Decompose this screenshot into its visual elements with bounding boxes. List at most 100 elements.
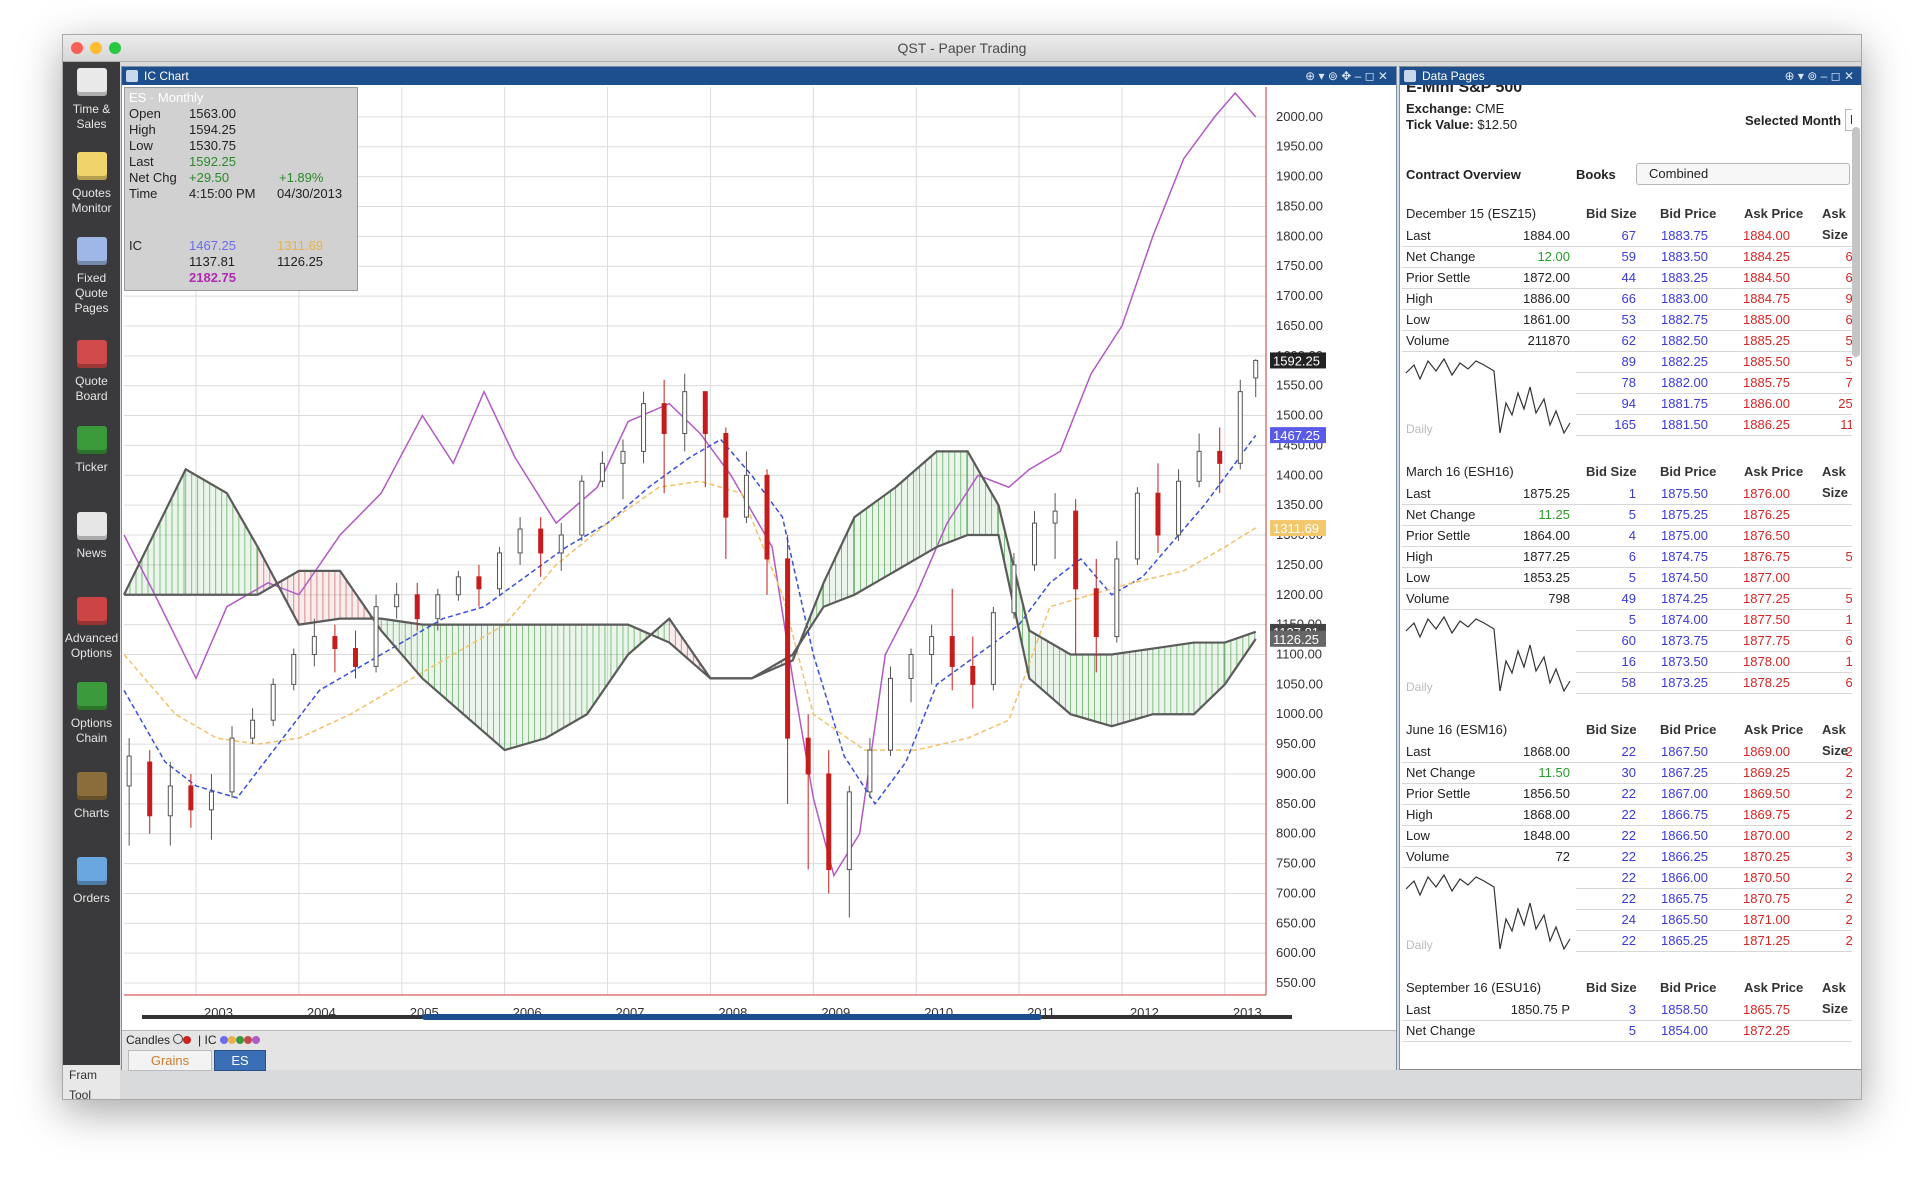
sidebar-item-quotes-monitor[interactable]: Quotes Monitor	[63, 152, 120, 216]
order-book-cell: 1874.50	[1661, 570, 1708, 585]
app-window: QST - Paper Trading Time & Sales Quotes M…	[62, 34, 1862, 1100]
field-label: Prior Settle	[1406, 786, 1471, 801]
books-select[interactable]: Combined	[1636, 163, 1850, 185]
order-book-row[interactable]: 51874.501877.005	[1576, 567, 1852, 589]
sidebar-item-time-sales[interactable]: Time & Sales	[63, 68, 120, 132]
order-book-cell: 1878.25	[1743, 675, 1790, 690]
legend-ic-label[interactable]: IC	[205, 1033, 217, 1047]
data-pages-panel: Data Pages ⊕ ▾ ⊚ – ◻ ✕ E-Mini S&P 500 Exc…	[1399, 66, 1861, 1070]
order-book-row[interactable]: 49 1874.25 1877.25 50	[1576, 588, 1852, 610]
order-book-row[interactable]: 30 1867.25 1869.25 22	[1576, 762, 1852, 784]
selected-month-select[interactable]: Dec	[1845, 109, 1852, 131]
sidebar-item-quote-board[interactable]: Quote Board	[63, 340, 120, 404]
order-book-row[interactable]: 621882.501885.2551	[1576, 330, 1852, 352]
order-book-row[interactable]: 16 1873.50 1878.00 17	[1576, 651, 1852, 673]
y-tick-label: 1700.00	[1276, 288, 1323, 303]
order-book-row[interactable]: 22 1866.25 1870.25 30	[1576, 846, 1852, 868]
sidebar-item-ticker[interactable]: Ticker	[63, 426, 120, 475]
window-title: QST - Paper Trading	[897, 40, 1027, 56]
field-label: Net Change	[1406, 765, 1476, 780]
order-book-row[interactable]: 441883.251884.5065	[1576, 267, 1852, 289]
order-book-row[interactable]: 89 1882.25 1885.50 56	[1576, 351, 1852, 373]
order-book-row[interactable]: 22 1865.25 1871.25 22	[1576, 930, 1852, 952]
order-book-cell: 1883.75	[1661, 228, 1708, 243]
order-book-row[interactable]: 661883.001884.7597	[1576, 288, 1852, 310]
order-book-cell: 22	[1621, 807, 1636, 822]
contract-field-row: Last 1868.00	[1402, 741, 1576, 763]
y-tick-label: 1750.00	[1276, 258, 1323, 273]
y-tick-label: 850.00	[1276, 796, 1316, 811]
sidebar-bottom-tab-1[interactable]: Tool	[63, 1085, 120, 1099]
order-book-row[interactable]: 60 1873.75 1877.75 60	[1576, 630, 1852, 652]
contract-block: September 16 (ESU16) Bid Size Bid Price Ask…	[1402, 977, 1852, 1069]
data-pages-scrollbar[interactable]	[1852, 127, 1860, 357]
order-book-row[interactable]: 6 1874.75 1876.75 50	[1576, 546, 1852, 568]
legend-ic-swatch-yellow	[227, 1036, 236, 1044]
order-book-cell: 89	[1621, 354, 1636, 369]
ic-yellow-price-tag: 1311.69	[1273, 521, 1319, 536]
orders-icon	[76, 857, 107, 885]
order-book-cell: 1883.50	[1661, 249, 1708, 264]
candle-body	[599, 462, 605, 482]
ohlc-symbol-row: ES · Monthly	[129, 90, 204, 105]
order-book-row[interactable]: 51875.251876.255	[1576, 504, 1852, 526]
tab-es[interactable]: ES	[214, 1050, 266, 1071]
sidebar-item-advanced-options[interactable]: Advanced Options	[63, 597, 120, 661]
candle-body	[208, 791, 214, 811]
order-book-row[interactable]: 22 1867.00 1869.50 22	[1576, 783, 1852, 805]
y-tick-label: 1200.00	[1276, 587, 1323, 602]
order-book-row[interactable]: 11875.501876.005	[1576, 483, 1852, 505]
order-book-row[interactable]: 531882.751885.0066	[1576, 309, 1852, 331]
order-book-row[interactable]: 671883.751884.002	[1576, 225, 1852, 247]
order-book-cell: 1865.50	[1661, 912, 1708, 927]
order-book-row[interactable]: 591883.501884.2566	[1576, 246, 1852, 268]
chart-panel-window-controls[interactable]: ⊕ ▾ ⊚ ✥ – ◻ ✕	[1305, 67, 1388, 85]
news-icon	[76, 512, 107, 540]
order-book-row[interactable]: 22 1866.75 1869.75 22	[1576, 804, 1852, 826]
order-book-cell: 1871.00	[1743, 912, 1790, 927]
sidebar-item-news[interactable]: News	[63, 512, 120, 561]
order-book-row[interactable]: 22 1865.75 1870.75 22	[1576, 888, 1852, 910]
sidebar-item-label: Options Chain	[70, 716, 113, 745]
tab-grains[interactable]: Grains	[128, 1050, 212, 1071]
chart-scroll-thumb[interactable]	[422, 1014, 1042, 1020]
candle-body	[785, 558, 791, 739]
y-tick-label: 900.00	[1276, 766, 1316, 781]
order-book-cell: 16	[1621, 654, 1636, 669]
order-book-row[interactable]: 51854.001872.255	[1576, 1020, 1852, 1042]
order-book-cell: 1870.25	[1743, 849, 1790, 864]
order-book-row[interactable]: 78 1882.00 1885.75 78	[1576, 372, 1852, 394]
order-book-cell: 1870.75	[1743, 891, 1790, 906]
sidebar-bottom-tab-0[interactable]: Fram	[63, 1065, 120, 1085]
order-book-row[interactable]: 41875.001876.507	[1576, 525, 1852, 547]
quote-header: Ask Size	[1822, 722, 1849, 758]
order-book-row[interactable]: 22 1866.00 1870.50 22	[1576, 867, 1852, 889]
cloud-segment	[226, 493, 258, 595]
sidebar-item-charts[interactable]: Charts	[63, 772, 120, 821]
field-label: Prior Settle	[1406, 270, 1471, 285]
sidebar-item-options-chain[interactable]: Options Chain	[63, 682, 120, 746]
y-tick-label: 1850.00	[1276, 198, 1323, 213]
sidebar-item-fixed-quote-pages[interactable]: Fixed Quote Pages	[63, 237, 120, 316]
sidebar-item-orders[interactable]: Orders	[63, 857, 120, 906]
order-book-row[interactable]: 94 1881.75 1886.00 258	[1576, 393, 1852, 415]
quote-header: Bid Price	[1660, 980, 1717, 995]
data-pages-window-controls[interactable]: ⊕ ▾ ⊚ – ◻ ✕	[1785, 67, 1855, 85]
candle-body	[1032, 522, 1038, 566]
order-book-row[interactable]: 5 1874.00 1877.50 16	[1576, 609, 1852, 631]
legend-candles-label[interactable]: Candles	[126, 1033, 170, 1047]
order-book-cell: 1878.00	[1743, 654, 1790, 669]
order-book-row[interactable]: 31858.501865.753	[1576, 999, 1852, 1021]
ohlc-ic-label: IC	[129, 238, 142, 253]
order-book-row[interactable]: 24 1865.50 1871.00 22	[1576, 909, 1852, 931]
y-tick-label: 800.00	[1276, 826, 1316, 841]
order-book-cell: 1875.00	[1661, 528, 1708, 543]
order-book-row[interactable]: 58 1873.25 1878.25 60	[1576, 672, 1852, 694]
order-book-row[interactable]: 22 1866.50 1870.00 22	[1576, 825, 1852, 847]
order-book-row[interactable]: 165 1881.50 1886.25 111	[1576, 414, 1852, 436]
order-book-cell: 1854.00	[1661, 1023, 1708, 1038]
tick-row: Tick Value: $12.50	[1406, 117, 1517, 132]
field-value: 1868.00	[1523, 807, 1570, 822]
candle-body	[682, 391, 688, 434]
order-book-row[interactable]: 22 1867.50 1869.00 22	[1576, 741, 1852, 763]
